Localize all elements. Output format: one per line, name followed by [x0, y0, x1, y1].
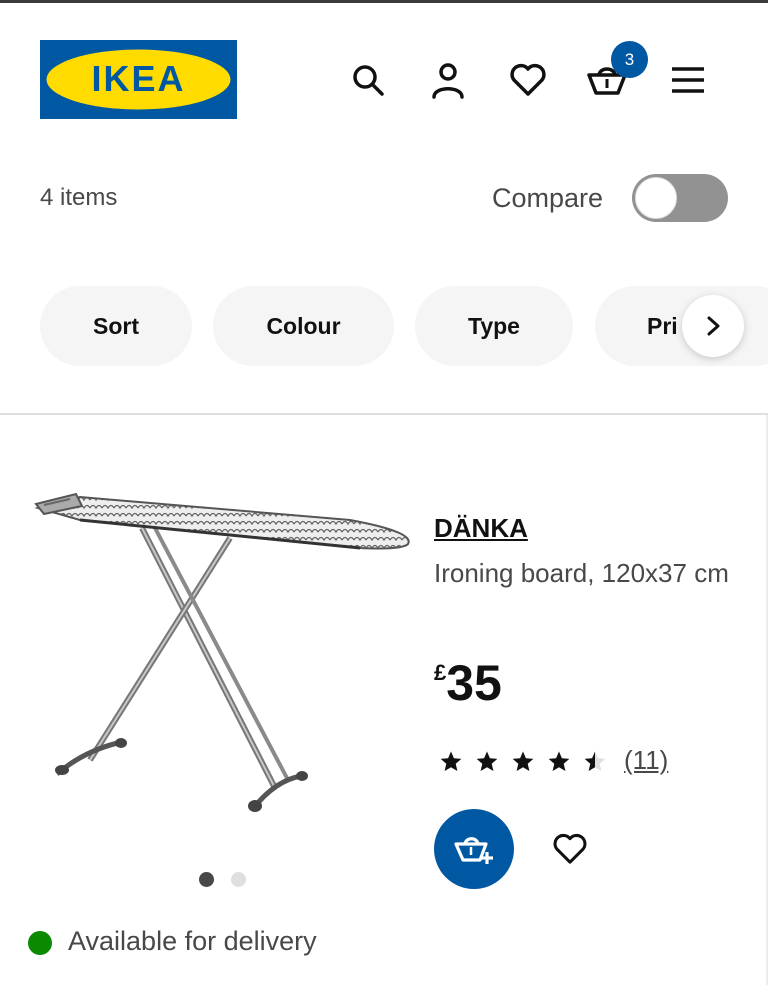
search-icon[interactable]	[346, 58, 390, 102]
rating-stars	[434, 750, 612, 774]
image-dot-1[interactable]	[199, 872, 214, 887]
ikea-logo[interactable]: IKEA	[40, 40, 237, 119]
filter-type[interactable]: Type	[415, 286, 573, 366]
star-icon	[548, 751, 570, 771]
availability-status-dot	[28, 931, 52, 955]
price-amount: 35	[446, 655, 502, 711]
star-icon	[512, 751, 534, 771]
basket-count-badge: 3	[611, 41, 648, 78]
compare-label: Compare	[492, 183, 604, 213]
compare-toggle[interactable]	[632, 174, 728, 222]
heart-icon	[553, 833, 587, 864]
product-name[interactable]: DÄNKA	[434, 513, 528, 544]
star-icon	[584, 751, 606, 771]
top-border	[0, 0, 768, 3]
availability-text: Available for delivery	[68, 926, 317, 956]
star-icon	[476, 751, 498, 771]
filter-sort[interactable]: Sort	[40, 286, 192, 366]
product-description: Ironing board, 120x37 cm	[434, 558, 729, 588]
user-icon[interactable]	[426, 58, 470, 102]
toggle-knob	[635, 177, 677, 219]
filter-bar: Sort Colour Type Pri	[0, 286, 768, 366]
menu-icon[interactable]	[666, 58, 710, 102]
product-price: £ 35	[434, 654, 502, 712]
logo-text: IKEA	[91, 58, 185, 99]
review-count[interactable]: (11)	[624, 745, 668, 776]
filter-colour[interactable]: Colour	[213, 286, 394, 366]
add-to-basket-button[interactable]	[434, 809, 514, 889]
star-icon	[440, 751, 462, 771]
scroll-right-button[interactable]	[682, 295, 744, 357]
chevron-right-icon	[707, 316, 720, 336]
image-dot-2[interactable]	[231, 872, 246, 887]
section-divider	[0, 413, 768, 415]
items-count: 4 items	[40, 184, 118, 211]
basket-add-icon	[454, 837, 493, 864]
heart-icon[interactable]	[506, 58, 550, 102]
price-currency: £	[434, 660, 447, 685]
save-to-favourites-button[interactable]	[548, 827, 592, 871]
product-image[interactable]	[30, 470, 420, 840]
